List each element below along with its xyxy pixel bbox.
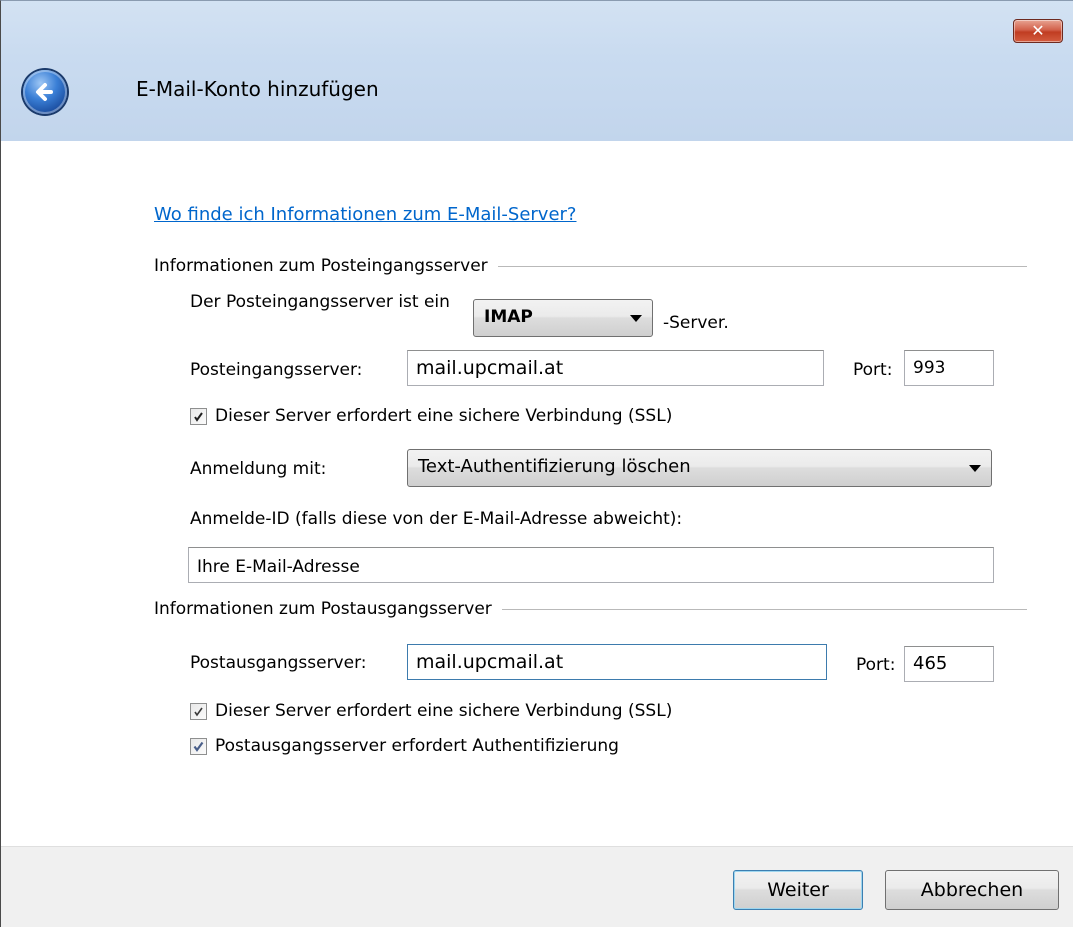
incoming-server-label: Posteingangsserver: (190, 360, 363, 380)
cancel-button[interactable]: Abbrechen (885, 870, 1059, 910)
incoming-ssl-checkbox[interactable] (190, 408, 207, 425)
auth-method-value: Text-Authentifizierung löschen (418, 456, 691, 477)
auth-method-select[interactable]: Text-Authentifizierung löschen (407, 449, 992, 487)
back-arrow-icon (36, 83, 53, 101)
incoming-ssl-label[interactable]: Dieser Server erfordert eine sichere Ver… (215, 406, 672, 426)
incoming-group-title: Informationen zum Posteingangsserver (154, 256, 498, 276)
incoming-port-input[interactable]: 993 (904, 350, 994, 386)
auth-method-label: Anmeldung mit: (190, 459, 327, 479)
check-icon (194, 412, 203, 422)
login-id-input[interactable]: Ihre E-Mail-Adresse (188, 547, 994, 583)
server-info-help-link[interactable]: Wo finde ich Informationen zum E-Mail-Se… (154, 204, 577, 225)
outgoing-group-title: Informationen zum Postausgangsserver (154, 599, 502, 619)
check-icon (193, 741, 204, 752)
dialog-title: E-Mail-Konto hinzufügen (136, 77, 379, 101)
dialog-footer: Weiter Abbrechen (1, 846, 1073, 927)
incoming-type-suffix: -Server. (663, 313, 729, 333)
login-id-label: Anmelde-ID (falls diese von der E-Mail-A… (190, 509, 683, 529)
chevron-down-icon (969, 465, 981, 472)
chevron-down-icon (630, 315, 642, 322)
outgoing-server-label: Postausgangsserver: (190, 653, 367, 673)
outgoing-server-input[interactable]: mail.upcmail.at (407, 644, 827, 680)
outgoing-port-label: Port: (856, 655, 896, 675)
add-email-account-dialog: ✕ E-Mail-Konto hinzufügen Wo finde ich I… (0, 0, 1073, 927)
outgoing-ssl-checkbox[interactable] (190, 703, 207, 720)
incoming-server-input[interactable]: mail.upcmail.at (407, 350, 824, 386)
outgoing-ssl-label[interactable]: Dieser Server erfordert eine sichere Ver… (215, 701, 672, 721)
incoming-type-label: Der Posteingangsserver ist ein (190, 292, 450, 312)
back-button[interactable] (23, 70, 67, 114)
incoming-port-label: Port: (853, 360, 893, 380)
outgoing-auth-checkbox[interactable] (190, 738, 207, 755)
next-button[interactable]: Weiter (733, 870, 863, 910)
incoming-type-value: IMAP (484, 307, 533, 327)
close-button[interactable]: ✕ (1013, 19, 1063, 43)
check-icon (194, 707, 203, 717)
outgoing-auth-label[interactable]: Postausgangsserver erfordert Authentifiz… (215, 736, 619, 756)
close-icon: ✕ (1031, 21, 1045, 40)
outgoing-port-input[interactable]: 465 (904, 646, 994, 682)
incoming-type-select[interactable]: IMAP (473, 299, 653, 337)
title-bar (1, 1, 1073, 141)
